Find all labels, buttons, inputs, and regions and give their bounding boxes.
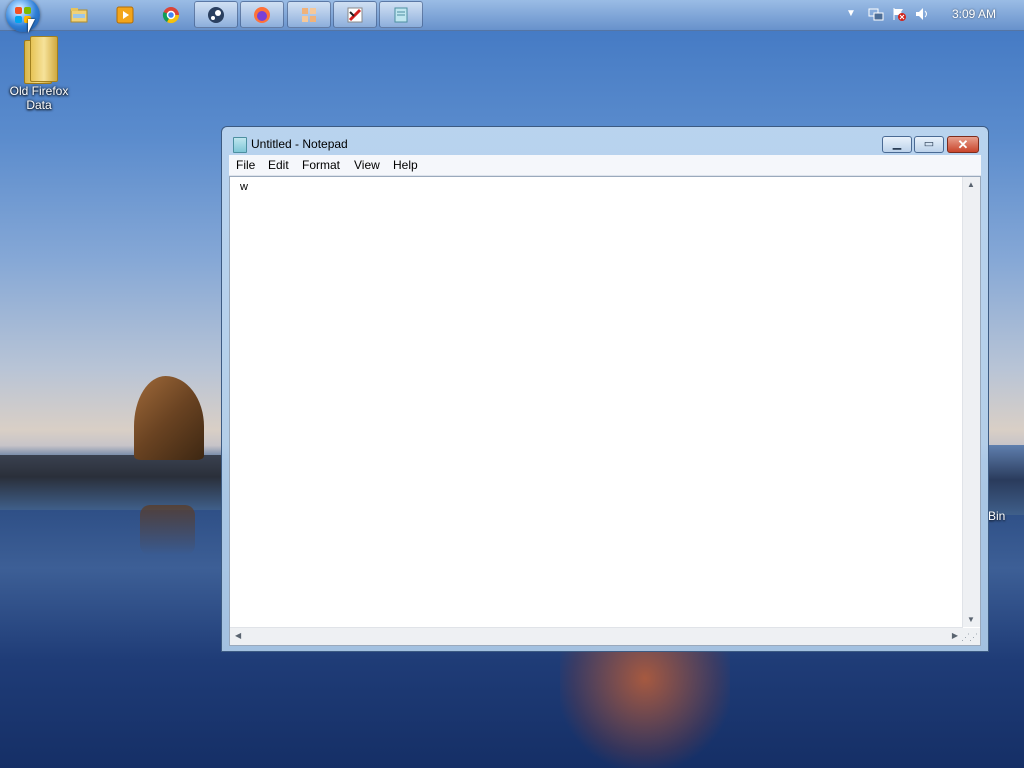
action-center-flag-icon[interactable] — [891, 6, 907, 25]
resize-grip-icon[interactable]: ⋰⋰ — [961, 628, 980, 645]
maximize-button[interactable]: ▭ — [914, 136, 944, 153]
wallpaper-rock — [134, 376, 204, 460]
network-icon[interactable] — [868, 6, 884, 25]
menu-file[interactable]: File — [236, 158, 255, 172]
menu-bar: File Edit Format View Help — [229, 155, 981, 176]
show-hidden-icons-chevron-icon[interactable]: ▼ — [846, 8, 856, 19]
minimize-button[interactable]: ▁ — [882, 136, 912, 153]
editor-content[interactable]: w — [240, 181, 248, 193]
mouse-cursor-icon — [28, 19, 35, 33]
taskbar-button-app-grid[interactable] — [287, 1, 331, 28]
taskbar: ▼ 3:09 AM — [0, 0, 1024, 32]
desktop-icon-label: Old Firefox Data — [9, 84, 69, 112]
zip-folder-icon — [22, 34, 58, 84]
notepad-taskbar-icon — [392, 6, 410, 24]
menu-view[interactable]: View — [354, 158, 380, 172]
wallpaper-shore — [0, 455, 222, 510]
notepad-titlebar[interactable]: Untitled - Notepad ▁ ▭ ✕ — [222, 127, 988, 155]
menu-help[interactable]: Help — [393, 158, 418, 172]
file-explorer-icon[interactable] — [68, 4, 90, 26]
taskbar-button-notepad[interactable] — [379, 1, 423, 28]
media-player-icon[interactable] — [114, 4, 136, 26]
notepad-icon — [233, 137, 247, 153]
windows-logo-icon-q3 — [15, 16, 22, 23]
text-editor[interactable]: w ▲ ▼ ◀ ▶ ⋰⋰ — [229, 176, 981, 646]
wallpaper-rock-reflection — [140, 505, 195, 555]
scroll-left-arrow-icon[interactable]: ◀ — [235, 631, 241, 640]
taskbar-button-steam[interactable] — [194, 1, 238, 28]
desktop-icon-old-firefox-data[interactable]: Old Firefox Data — [4, 34, 74, 112]
volume-icon[interactable] — [914, 6, 930, 25]
app-grid-icon — [300, 6, 318, 24]
wallpaper-shore-right — [988, 445, 1024, 515]
close-button[interactable]: ✕ — [947, 136, 979, 153]
close-icon: ✕ — [957, 137, 969, 152]
maximize-icon: ▭ — [923, 138, 935, 150]
scroll-up-arrow-icon[interactable]: ▲ — [967, 180, 975, 189]
wallpaper-sea-glare — [560, 640, 730, 768]
recycle-bin-label[interactable]: Bin — [988, 509, 1005, 523]
pdf-app-icon — [346, 6, 364, 24]
firefox-icon — [253, 6, 271, 24]
notepad-window: Untitled - Notepad ▁ ▭ ✕ File Edit Forma… — [221, 126, 989, 652]
chrome-icon[interactable] — [160, 4, 182, 26]
taskbar-clock[interactable]: 3:09 AM — [944, 7, 1004, 21]
scroll-down-arrow-icon[interactable]: ▼ — [967, 615, 975, 624]
taskbar-button-pdf-app[interactable] — [333, 1, 377, 28]
steam-icon — [207, 6, 225, 24]
windows-logo-icon — [15, 7, 22, 14]
menu-edit[interactable]: Edit — [268, 158, 289, 172]
scroll-right-arrow-icon[interactable]: ▶ — [952, 631, 958, 640]
minimize-icon: ▁ — [892, 138, 902, 150]
windows-logo-icon-q2 — [24, 7, 31, 14]
vertical-scrollbar[interactable]: ▲ ▼ — [962, 177, 980, 627]
window-title: Untitled - Notepad — [251, 137, 348, 151]
horizontal-scrollbar[interactable]: ◀ ▶ — [230, 627, 963, 645]
menu-format[interactable]: Format — [302, 158, 340, 172]
taskbar-button-firefox[interactable] — [240, 1, 284, 28]
